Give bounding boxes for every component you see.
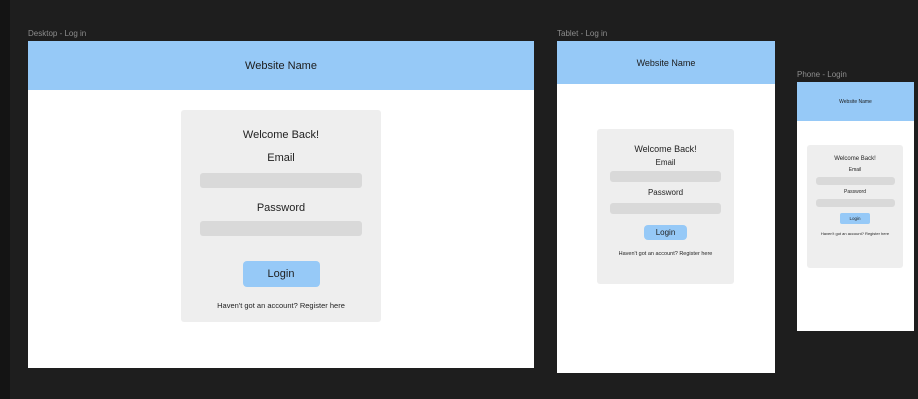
site-name: Website Name: [245, 59, 317, 72]
login-card: Welcome Back! Email Password Login Haven…: [181, 110, 381, 322]
site-name: Website Name: [839, 98, 872, 105]
register-link[interactable]: Haven't got an account? Register here: [619, 251, 713, 257]
login-button[interactable]: Login: [644, 225, 687, 240]
email-label: Email: [267, 152, 295, 164]
password-label: Password: [647, 188, 684, 197]
register-link[interactable]: Haven't got an account? Register here: [217, 301, 345, 310]
frame-phone[interactable]: Website Name Welcome Back! Email Passwor…: [797, 82, 914, 331]
password-field[interactable]: [200, 221, 362, 236]
password-field[interactable]: [610, 203, 721, 214]
email-field[interactable]: [815, 177, 895, 185]
frame-desktop[interactable]: Website Name Welcome Back! Email Passwor…: [28, 41, 534, 368]
password-label: Password: [256, 202, 306, 214]
site-header: Website Name: [28, 41, 534, 90]
frame-label-phone[interactable]: Phone - Login: [797, 70, 847, 79]
login-card: Welcome Back! Email Password Login Haven…: [597, 129, 734, 284]
email-field[interactable]: [200, 173, 362, 188]
welcome-heading: Welcome Back!: [242, 129, 320, 141]
frame-label-desktop[interactable]: Desktop - Log in: [28, 29, 86, 38]
frame-label-tablet[interactable]: Tablet - Log in: [557, 29, 607, 38]
email-label: Email: [848, 167, 862, 173]
site-header: Website Name: [797, 82, 914, 121]
register-link[interactable]: Haven't got an account? Register here: [821, 231, 889, 236]
password-label: Password: [844, 189, 866, 195]
canvas-edge: [0, 0, 10, 399]
site-name: Website Name: [636, 57, 696, 68]
login-button[interactable]: Login: [242, 261, 320, 287]
login-button[interactable]: Login: [840, 213, 870, 224]
email-field[interactable]: [610, 171, 721, 182]
password-field[interactable]: [815, 199, 895, 207]
site-header: Website Name: [557, 41, 775, 84]
frame-tablet[interactable]: Website Name Welcome Back! Email Passwor…: [557, 41, 775, 373]
email-label: Email: [655, 158, 676, 167]
login-card: Welcome Back! Email Password Login Haven…: [807, 145, 903, 268]
welcome-heading: Welcome Back!: [834, 156, 876, 162]
welcome-heading: Welcome Back!: [634, 144, 697, 154]
